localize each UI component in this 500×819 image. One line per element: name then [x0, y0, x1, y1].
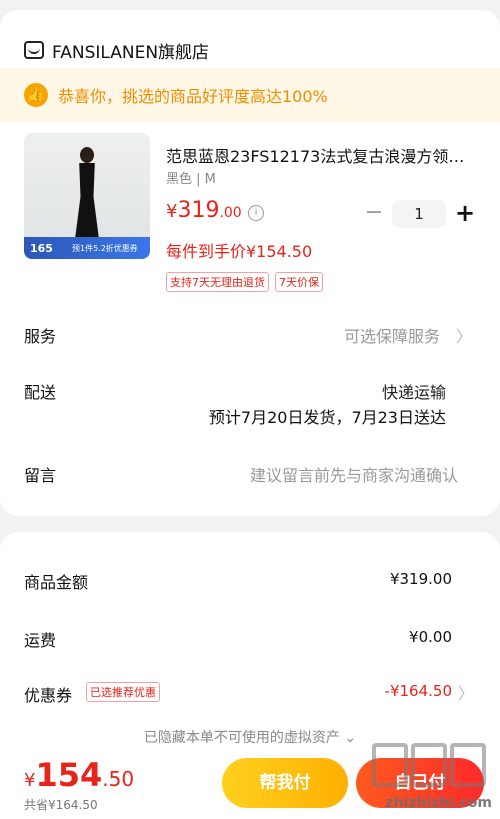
total-decimal: .50	[102, 767, 135, 791]
delivery-method[interactable]: 快递运输	[382, 379, 446, 403]
price-symbol: ¥	[166, 201, 178, 222]
badge-price-protect: 7天价保	[275, 272, 323, 292]
praise-banner: 👍 恭喜你，挑选的商品好评度高达100%	[0, 68, 500, 122]
watermark-text: zhizhizhi.com	[385, 795, 492, 811]
service-value: 可选保障服务	[343, 327, 440, 346]
shop-header[interactable]: FANSILANEN旗舰店	[24, 30, 209, 70]
thumbs-up-icon: 👍	[24, 83, 48, 107]
help-pay-button[interactable]: 帮我付	[222, 758, 348, 808]
model-figure	[70, 147, 104, 247]
goods-amount-label: 商品金额	[24, 573, 89, 592]
quantity-input[interactable]: 1	[392, 200, 446, 228]
shop-name: FANSILANEN旗舰店	[52, 42, 210, 63]
praise-text: 恭喜你，挑选的商品好评度高达100%	[58, 87, 328, 106]
watermark-logo	[372, 743, 486, 787]
product-spec[interactable]: 黑色 | M	[166, 168, 216, 187]
quantity-decrease-button[interactable]: −	[364, 200, 384, 226]
image-promo: 预1件5.2折优惠券	[72, 243, 138, 253]
delivery-label: 配送	[24, 383, 57, 402]
coupon-label: 优惠券	[24, 686, 73, 705]
watermark: zhizhizhi.com	[364, 743, 492, 815]
coupon-tag: 已选推荐优惠	[86, 682, 160, 702]
hidden-assets-text: 已隐藏本单不可使用的虚拟资产	[143, 730, 340, 746]
chevron-down-icon: ⌄	[344, 730, 357, 746]
info-icon[interactable]: i	[248, 205, 264, 221]
badge-return: 支持7天无理由退货	[166, 272, 269, 292]
message-input[interactable]: 建议留言前先与商家沟通确认	[250, 462, 458, 486]
total-integer: 154	[35, 756, 103, 794]
service-option[interactable]: 可选保障服务〉	[344, 323, 472, 347]
total-currency: ¥	[24, 770, 36, 791]
price-decimal: .00	[219, 205, 242, 221]
product-image[interactable]: 165 预1件5.2折优惠券	[24, 133, 150, 259]
price-integer: 319	[177, 198, 220, 223]
service-label: 服务	[24, 327, 57, 346]
goods-amount-value: ¥319.00	[389, 570, 452, 588]
chevron-right-icon[interactable]: 〉	[458, 680, 474, 704]
shipping-label: 运费	[24, 631, 57, 650]
product-price: ¥ 319 .00	[166, 198, 242, 223]
shipping-value: ¥0.00	[409, 628, 452, 646]
image-price: 165	[30, 241, 53, 255]
total-price: ¥ 154 .50	[24, 756, 134, 794]
total-savings: 共省¥164.50	[24, 798, 98, 812]
delivery-eta: 预计7月20日发货，7月23日送达	[208, 408, 446, 427]
product-title[interactable]: 范思蓝恩23FS12173法式复古浪漫方领连衣裙	[166, 143, 476, 167]
message-label: 留言	[24, 466, 57, 485]
each-price: 每件到手价¥154.50	[166, 242, 313, 261]
quantity-increase-button[interactable]: +	[454, 199, 476, 227]
shop-icon	[24, 41, 44, 59]
chevron-right-icon: 〉	[455, 327, 472, 346]
order-card: FANSILANEN旗舰店 👍 恭喜你，挑选的商品好评度高达100%	[0, 10, 500, 516]
coupon-value[interactable]: -¥164.50	[385, 682, 452, 700]
image-price-tag: 165 预1件5.2折优惠券	[24, 237, 150, 259]
product-badges: 支持7天无理由退货 7天价保	[166, 272, 323, 292]
